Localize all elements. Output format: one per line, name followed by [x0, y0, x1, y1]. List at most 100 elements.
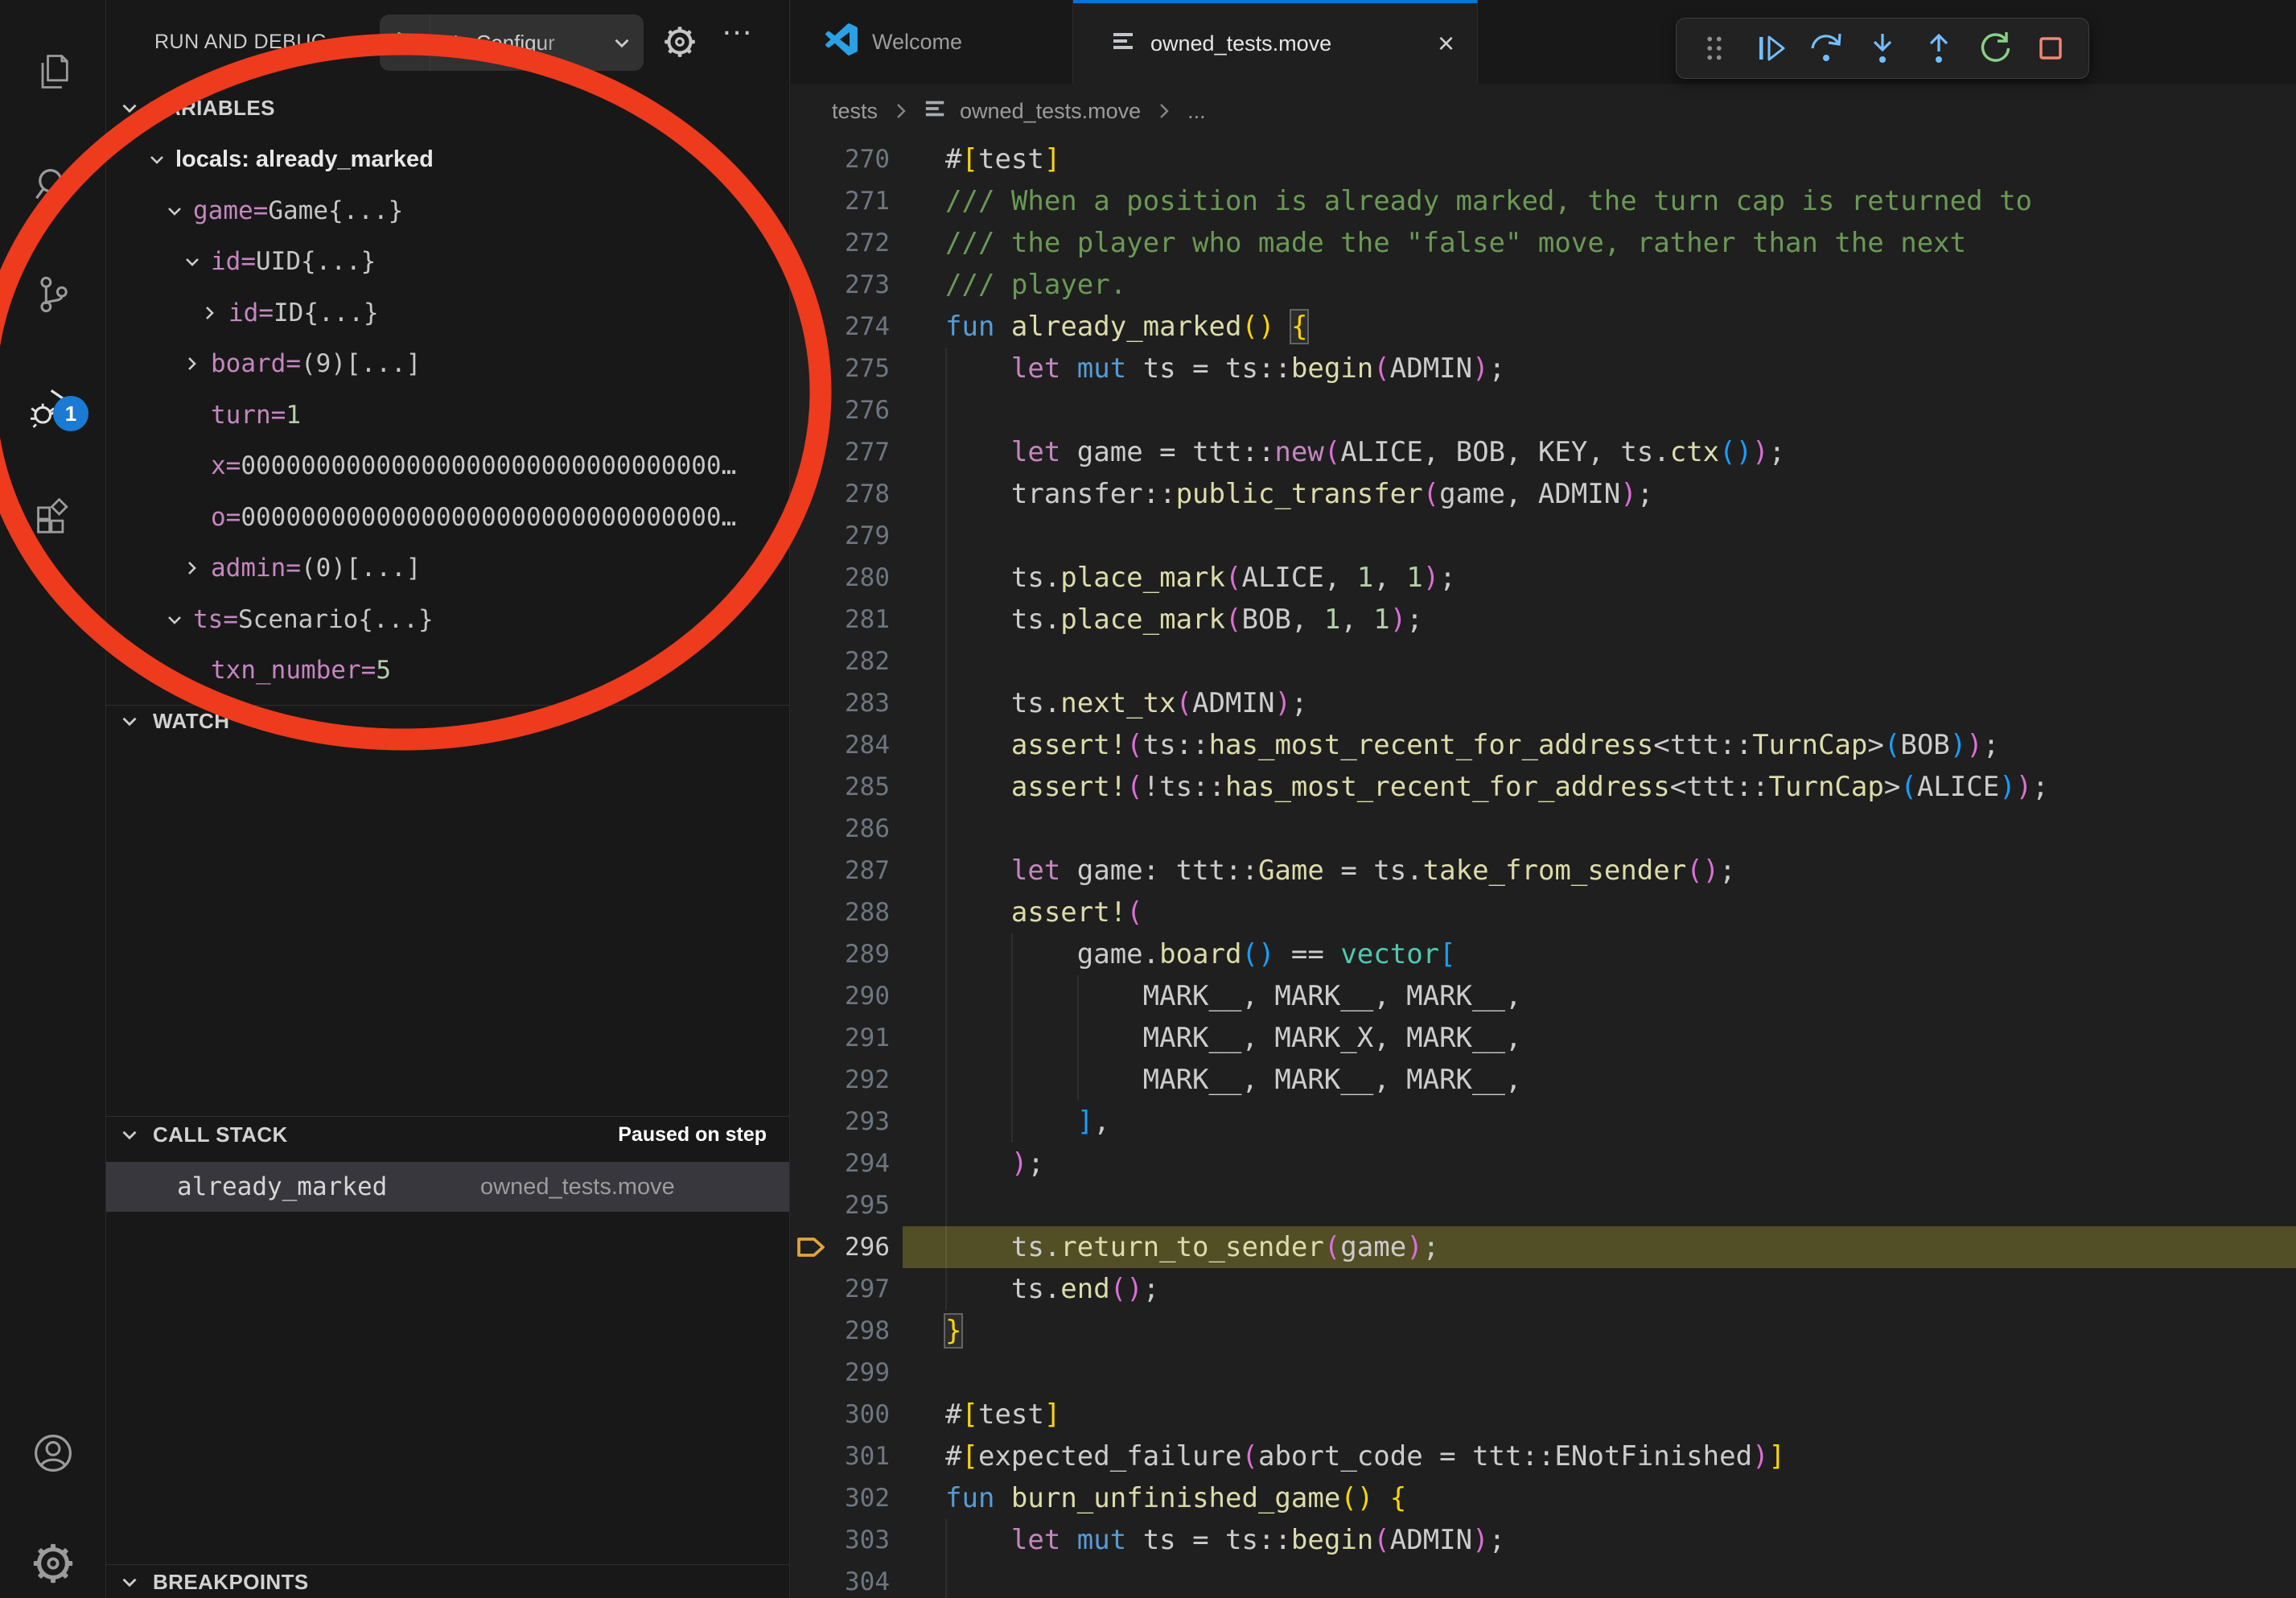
step-into-icon[interactable]: [1859, 25, 1906, 72]
variable-row-x[interactable]: x = 00000000000000000000000000000000…: [106, 440, 864, 492]
code-line-279[interactable]: 279: [790, 515, 2296, 557]
code-text: ts.next_tx(ADMIN);: [890, 687, 1307, 719]
debug-start-icon[interactable]: [380, 14, 430, 71]
activity-bar-item-run-and-debug-icon[interactable]: 1: [0, 370, 105, 444]
code-line-273[interactable]: 273/// player.: [790, 264, 2296, 306]
code-line-278[interactable]: 278 transfer::public_transfer(game, ADMI…: [790, 473, 2296, 515]
code-line-274[interactable]: 274fun already_marked() {: [790, 306, 2296, 348]
twisty-chevron-down-icon[interactable]: [181, 250, 211, 273]
code-line-293[interactable]: 293 ],: [790, 1101, 2296, 1143]
code-line-280[interactable]: 280 ts.place_mark(ALICE, 1, 1);: [790, 557, 2296, 599]
variable-row-board[interactable]: board = (9)[...]: [106, 338, 864, 389]
variable-row-turn[interactable]: turn = 1: [106, 389, 864, 441]
code-line-282[interactable]: 282: [790, 640, 2296, 682]
source-control-icon: [32, 274, 74, 319]
code-line-301[interactable]: 301#[expected_failure(abort_code = ttt::…: [790, 1435, 2296, 1477]
gripper-icon[interactable]: [1691, 25, 1738, 72]
variable-value: Scenario{...}: [238, 605, 434, 634]
variable-row-o[interactable]: o = 00000000000000000000000000000000…: [106, 492, 864, 543]
code-line-270[interactable]: 270#[test]: [790, 138, 2296, 180]
code-area[interactable]: 270#[test]271/// When a position is alre…: [790, 138, 2296, 1598]
twisty-chevron-right-icon[interactable]: [181, 557, 211, 579]
stop-icon[interactable]: [2027, 25, 2074, 72]
code-line-289[interactable]: 289 game.board() == vector[: [790, 933, 2296, 975]
line-number: 300: [832, 1400, 890, 1429]
code-text: }: [890, 1315, 961, 1347]
code-line-276[interactable]: 276: [790, 389, 2296, 431]
launch-configuration-dropdown[interactable]: No Configur: [380, 14, 644, 71]
debug-stackframe-icon: [790, 1231, 832, 1263]
variable-row-txn_number[interactable]: txn_number = 5: [106, 645, 864, 696]
chevron-right-icon: [1154, 101, 1175, 121]
code-line-297[interactable]: 297 ts.end();: [790, 1268, 2296, 1310]
more-actions-icon[interactable]: …: [721, 6, 755, 43]
activity-bar-item-search-icon[interactable]: [0, 149, 105, 223]
twisty-chevron-down-icon[interactable]: [146, 148, 175, 171]
section-watch[interactable]: WATCH: [106, 700, 789, 742]
code-line-281[interactable]: 281 ts.place_mark(BOB, 1, 1);: [790, 599, 2296, 640]
code-text: MARK__, MARK__, MARK__,: [890, 1064, 1521, 1096]
code-line-272[interactable]: 272/// the player who made the "false" m…: [790, 222, 2296, 264]
twisty-chevron-right-icon[interactable]: [199, 302, 228, 324]
code-line-290[interactable]: 290 MARK__, MARK__, MARK__,: [790, 975, 2296, 1017]
breadcrumb-item[interactable]: ...: [1187, 99, 1206, 124]
code-text: ts.return_to_sender(game);: [890, 1231, 1439, 1263]
section-breakpoints[interactable]: BREAKPOINTS: [106, 1561, 789, 1598]
code-line-284[interactable]: 284 assert!(ts::has_most_recent_for_addr…: [790, 724, 2296, 766]
code-line-288[interactable]: 288 assert!(: [790, 892, 2296, 933]
twisty-chevron-down-icon[interactable]: [163, 608, 193, 631]
code-line-300[interactable]: 300#[test]: [790, 1394, 2296, 1435]
activity-bar-item-account-icon[interactable]: [0, 1418, 105, 1492]
code-line-302[interactable]: 302fun burn_unfinished_game() {: [790, 1477, 2296, 1519]
line-number: 284: [832, 731, 890, 760]
step-over-icon[interactable]: [1803, 25, 1850, 72]
activity-bar-item-extensions-icon[interactable]: [0, 484, 105, 558]
variable-row-id[interactable]: id = UID{...}: [106, 236, 864, 287]
continue-icon[interactable]: [1747, 25, 1794, 72]
twisty-chevron-down-icon[interactable]: [163, 200, 193, 222]
code-line-299[interactable]: 299: [790, 1352, 2296, 1394]
code-line-292[interactable]: 292 MARK__, MARK__, MARK__,: [790, 1059, 2296, 1101]
code-line-296[interactable]: 296 ts.return_to_sender(game);: [790, 1226, 2296, 1268]
code-line-283[interactable]: 283 ts.next_tx(ADMIN);: [790, 682, 2296, 724]
debug-settings-gear-icon[interactable]: [663, 25, 697, 63]
code-line-295[interactable]: 295: [790, 1184, 2296, 1226]
code-line-291[interactable]: 291 MARK__, MARK_X, MARK__,: [790, 1017, 2296, 1059]
code-line-275[interactable]: 275 let mut ts = ts::begin(ADMIN);: [790, 348, 2296, 389]
code-line-286[interactable]: 286: [790, 808, 2296, 850]
variable-value: UID{...}: [256, 247, 376, 276]
code-line-285[interactable]: 285 assert!(!ts::has_most_recent_for_add…: [790, 766, 2296, 808]
paused-status-badge: Paused on step: [618, 1123, 767, 1147]
frame-file: owned_tests.move: [480, 1162, 675, 1212]
code-line-277[interactable]: 277 let game = ttt::new(ALICE, BOB, KEY,…: [790, 431, 2296, 473]
section-variables[interactable]: VARIABLES: [106, 87, 789, 129]
code-line-287[interactable]: 287 let game: ttt::Game = ts.take_from_s…: [790, 850, 2296, 892]
breadcrumb-item[interactable]: tests: [832, 99, 878, 124]
variable-row-ts[interactable]: ts = Scenario{...}: [106, 594, 846, 645]
activity-bar-item-source-control-icon[interactable]: [0, 259, 105, 333]
code-line-271[interactable]: 271/// When a position is already marked…: [790, 180, 2296, 222]
code-text: let game = ttt::new(ALICE, BOB, KEY, ts.…: [890, 436, 1785, 468]
tab-owned-tests-move[interactable]: owned_tests.move ×: [1073, 0, 1478, 84]
vscode-window: 1 RUN AND DEBUG No Configur … VARIABLES …: [0, 0, 2296, 1598]
twisty-chevron-right-icon[interactable]: [181, 352, 211, 375]
call-stack-frame-row[interactable]: already_marked owned_tests.move: [106, 1162, 789, 1212]
variable-row-game[interactable]: game = Game{...}: [106, 185, 846, 237]
code-line-303[interactable]: 303 let mut ts = ts::begin(ADMIN);: [790, 1519, 2296, 1561]
step-out-icon[interactable]: [1915, 25, 1962, 72]
restart-icon[interactable]: [1971, 25, 2018, 72]
variable-row-admin[interactable]: admin = (0)[...]: [106, 542, 864, 594]
activity-bar-item-files-icon[interactable]: [0, 36, 105, 110]
code-line-298[interactable]: 298}: [790, 1310, 2296, 1352]
variable-row-id[interactable]: id = ID{...}: [106, 287, 882, 339]
section-call-stack[interactable]: CALL STACK Paused on step: [106, 1114, 789, 1155]
line-number: 294: [832, 1149, 890, 1178]
variable-row-scope[interactable]: locals: already_marked: [106, 134, 829, 185]
code-line-304[interactable]: 304: [790, 1561, 2296, 1598]
close-icon[interactable]: ×: [1438, 29, 1455, 58]
breadcrumb-item[interactable]: owned_tests.move: [960, 99, 1141, 124]
line-number: 274: [832, 312, 890, 341]
code-line-294[interactable]: 294 );: [790, 1143, 2296, 1184]
tab-welcome[interactable]: Welcome: [793, 0, 1073, 84]
activity-bar-item-settings-gear-icon[interactable]: [0, 1528, 105, 1598]
